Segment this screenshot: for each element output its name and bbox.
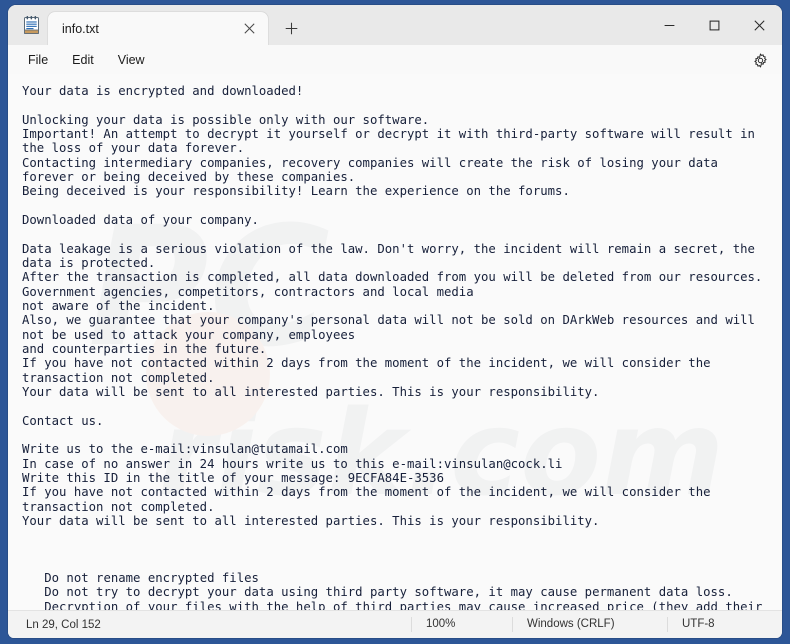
menu-item-view[interactable]: View [106, 49, 157, 71]
notepad-window: info.txt File Edit View PC risk.com Your… [8, 5, 782, 638]
menu-item-edit[interactable]: Edit [60, 49, 106, 71]
tab-title: info.txt [62, 21, 99, 36]
status-bar: Ln 29, Col 152 100% Windows (CRLF) UTF-8 [8, 610, 782, 638]
status-line-ending[interactable]: Windows (CRLF) [512, 617, 667, 632]
note-body: Your data is encrypted and downloaded! U… [22, 84, 763, 610]
maximize-button[interactable] [692, 9, 737, 41]
tab-info-txt[interactable]: info.txt [48, 12, 268, 45]
text-editor-area[interactable]: PC risk.com Your data is encrypted and d… [8, 74, 782, 610]
status-zoom-level[interactable]: 100% [411, 617, 512, 632]
desktop-background: info.txt File Edit View PC risk.com Your… [0, 0, 790, 644]
gear-icon[interactable] [748, 48, 772, 72]
minimize-button[interactable] [647, 9, 692, 41]
window-titlebar[interactable]: info.txt [8, 5, 782, 45]
close-button[interactable] [737, 9, 782, 41]
tab-strip: info.txt [8, 5, 308, 45]
notepad-icon [14, 5, 48, 45]
window-controls [647, 5, 782, 45]
editor-text[interactable]: Your data is encrypted and downloaded! U… [8, 74, 782, 610]
new-tab-button[interactable] [274, 13, 308, 43]
status-cursor-position: Ln 29, Col 152 [26, 618, 101, 631]
menu-bar: File Edit View [8, 45, 782, 74]
menu-item-file[interactable]: File [16, 49, 60, 71]
tab-close-icon[interactable] [236, 16, 262, 42]
status-encoding[interactable]: UTF-8 [667, 617, 782, 632]
